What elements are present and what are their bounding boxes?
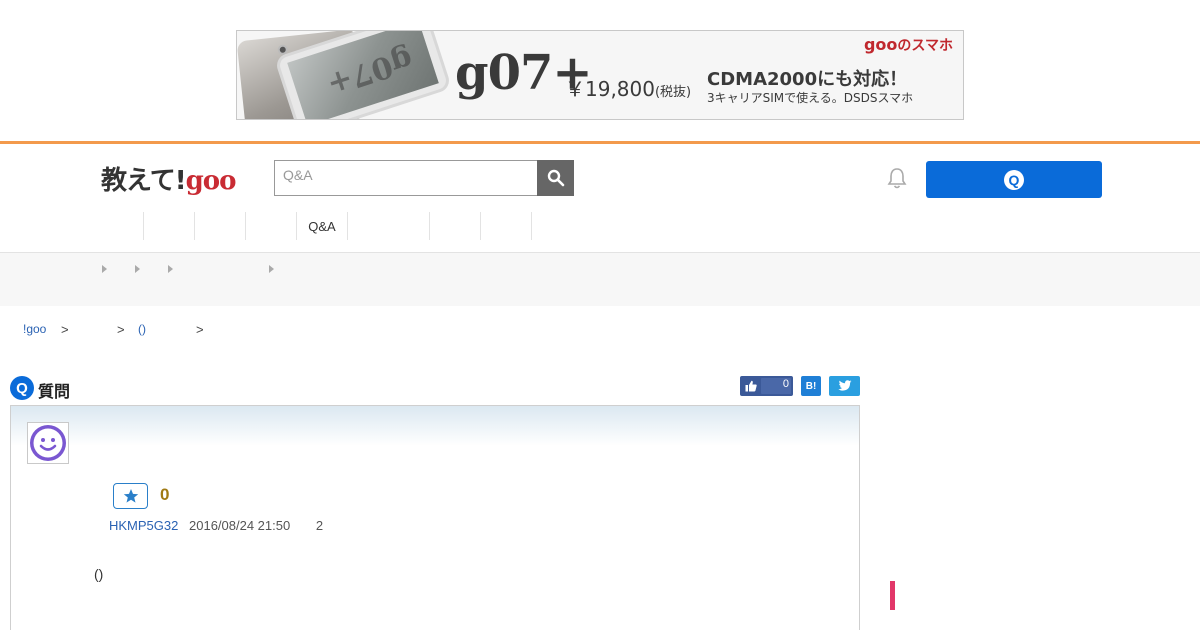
nav-item-4[interactable]	[245, 212, 296, 240]
like-count: 0	[782, 378, 789, 390]
twitter-bird-icon	[837, 380, 851, 391]
question-badge-icon: Q	[10, 376, 34, 400]
star-icon	[123, 489, 138, 503]
question-body: ()	[94, 566, 104, 582]
question-heading: 質問	[38, 382, 71, 401]
breadcrumb-item-3[interactable]: ()	[138, 322, 146, 336]
nav-item-1[interactable]	[92, 212, 143, 240]
ad-price: ￥19,800(税抜)	[565, 73, 691, 102]
category-band	[0, 253, 1200, 306]
question-card: 0 HKMP5G32 2016/08/24 21:50 2 ()	[10, 405, 860, 630]
main-nav: Q&A	[92, 212, 532, 240]
breadcrumb-item-home[interactable]: !goo	[23, 322, 46, 336]
favorite-count: 0	[160, 485, 170, 504]
facebook-like-button[interactable]: 0	[740, 376, 793, 396]
twitter-share-button[interactable]	[829, 376, 860, 396]
search-input[interactable]: Q&A	[274, 160, 538, 196]
nav-divider-end	[531, 212, 532, 240]
question-view-count: 2	[315, 518, 324, 533]
sidebar-heading-marker	[890, 581, 895, 610]
ad-banner[interactable]: g07+ g07+ ￥19,800(税抜) gooのスマホ CDMA2000にも…	[236, 30, 964, 120]
ad-subline: 3キャリアSIMで使える。DSDSスマホ	[707, 91, 914, 105]
chevron-right-icon	[269, 265, 274, 273]
ad-brand-goo: goo	[863, 35, 898, 54]
nav-item-qa[interactable]	[347, 212, 429, 240]
site-logo-goo: goo	[185, 166, 237, 196]
question-icon: Q	[1004, 169, 1024, 190]
ad-headline: CDMA2000にも対応！	[707, 69, 908, 90]
nav-item-3[interactable]	[194, 212, 245, 240]
thumbs-up-icon	[745, 380, 757, 392]
nav-item-8[interactable]	[480, 212, 531, 240]
search-icon	[547, 169, 564, 187]
chevron-right-icon	[102, 265, 107, 273]
question-date: 2016/08/24 21:50	[189, 518, 291, 533]
breadcrumb-separator: >	[196, 322, 204, 337]
ad-price-note: (税抜)	[654, 85, 692, 100]
ad-price-value: ￥19,800	[565, 77, 655, 101]
avatar[interactable]	[27, 422, 69, 464]
ad-brand-suffix: のスマホ	[897, 38, 953, 54]
question-author[interactable]: HKMP5G32	[109, 518, 178, 533]
search-button[interactable]	[537, 160, 574, 196]
header-accent-line	[0, 141, 1200, 144]
notification-button[interactable]	[886, 166, 908, 190]
nav-item-7[interactable]	[429, 212, 480, 240]
ad-brand-logo: gooのスマホ	[864, 35, 953, 55]
question-meta: HKMP5G32 2016/08/24 21:50 2	[109, 518, 323, 533]
site-logo-prefix: 教えて!	[101, 166, 187, 196]
breadcrumb-separator: >	[117, 322, 125, 337]
breadcrumb-separator: >	[61, 322, 69, 337]
hatena-bookmark-button[interactable]: B!	[801, 376, 821, 396]
site-logo[interactable]: 教えて!goo	[101, 160, 237, 197]
ask-question-button[interactable]: Q	[926, 161, 1102, 198]
bell-icon	[887, 168, 907, 189]
question-card-header	[11, 406, 859, 446]
nav-item-2[interactable]	[143, 212, 194, 240]
chevron-right-icon	[168, 265, 173, 273]
smiley-face-icon	[30, 425, 66, 461]
favorite-button[interactable]	[113, 483, 148, 509]
chevron-right-icon	[135, 265, 140, 273]
nav-item-5[interactable]: Q&A	[296, 212, 347, 240]
